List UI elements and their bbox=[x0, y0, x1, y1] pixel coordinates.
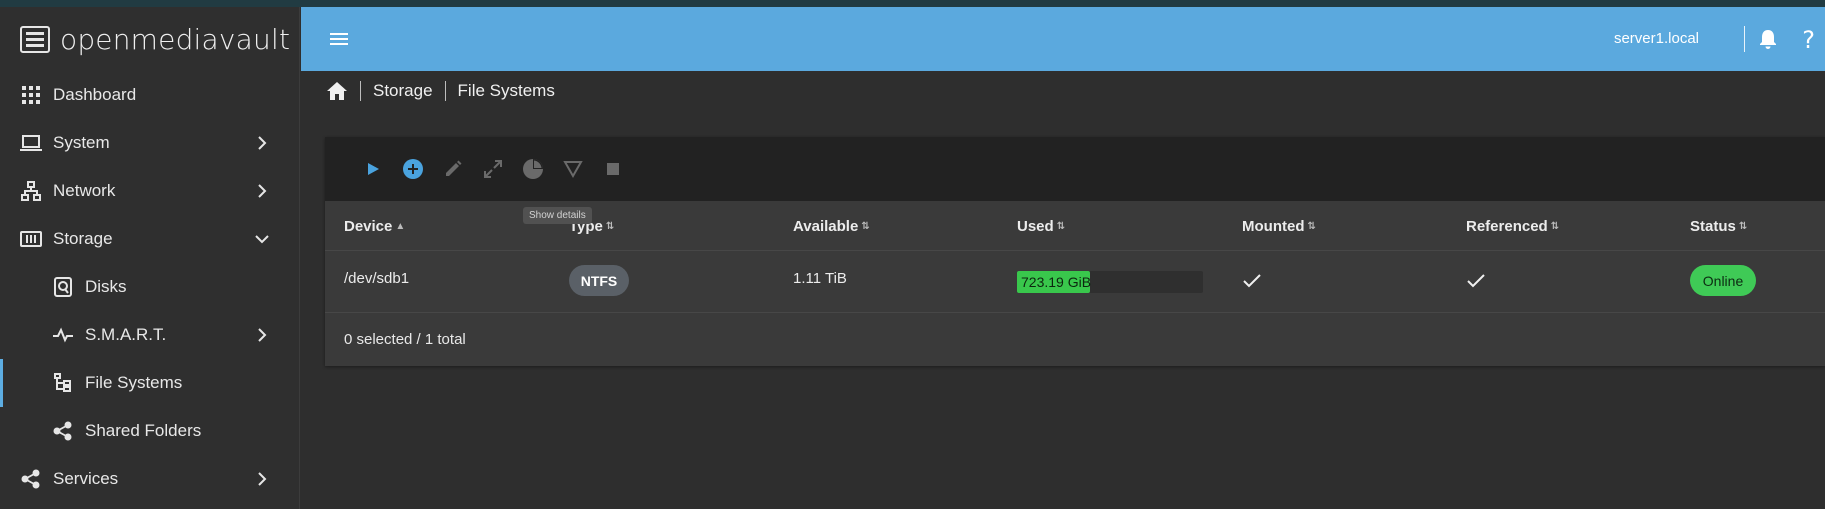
show-details-button[interactable] bbox=[553, 149, 593, 189]
breadcrumb-item-file-systems: File Systems bbox=[457, 81, 555, 100]
network-icon bbox=[20, 180, 42, 202]
share-icon bbox=[52, 420, 74, 442]
toolbar bbox=[325, 137, 1825, 201]
usage-bar: 723.19 GiB bbox=[1017, 271, 1203, 293]
unmount-button[interactable] bbox=[593, 149, 633, 189]
help-icon[interactable]: ? bbox=[1802, 26, 1815, 54]
chevron-right-icon bbox=[258, 472, 267, 486]
selection-summary: 0 selected / 1 total bbox=[344, 330, 466, 348]
file-tree-icon bbox=[52, 372, 74, 394]
brand-name: openmediavault bbox=[60, 22, 291, 56]
chevron-right-icon bbox=[258, 184, 267, 198]
sidebar-item-storage[interactable]: Storage bbox=[0, 215, 299, 263]
sort-icon: ⇅ bbox=[1307, 220, 1316, 232]
hostname: server1.local bbox=[1613, 30, 1699, 47]
mounted-check-icon bbox=[1243, 274, 1261, 288]
breadcrumb-item-storage[interactable]: Storage bbox=[373, 81, 433, 101]
disk-icon bbox=[52, 276, 74, 298]
file-systems-card: Device ▲ Type ⇅ Available ⇅ Used ⇅ Mounted ⇅ … bbox=[325, 137, 1825, 366]
table-row[interactable]: /dev/sdb1 NTFS 1.11 TiB 723.19 GiB Onlin… bbox=[325, 251, 1825, 313]
sidebar-item-label: System bbox=[53, 133, 110, 152]
usage-bar-label: 723.19 GiB bbox=[1021, 274, 1092, 290]
sidebar-item-file-systems[interactable]: File Systems bbox=[0, 359, 299, 407]
referenced-check-icon bbox=[1467, 274, 1485, 288]
play-icon bbox=[368, 163, 379, 175]
create-button[interactable] bbox=[393, 149, 433, 189]
available-cell: 1.11 TiB bbox=[793, 270, 847, 287]
bell-icon[interactable] bbox=[1757, 28, 1779, 50]
sidebar-item-smart[interactable]: S.M.A.R.T. bbox=[0, 311, 299, 359]
chevron-right-icon bbox=[258, 328, 267, 342]
status-badge: Online bbox=[1690, 265, 1756, 296]
sidebar-item-label: Storage bbox=[53, 229, 113, 248]
brand[interactable]: openmediavault bbox=[0, 7, 299, 71]
sidebar-item-network[interactable]: Network bbox=[0, 167, 299, 215]
sort-icon: ⇅ bbox=[1550, 220, 1560, 232]
column-used[interactable]: Used ⇅ bbox=[1017, 218, 1065, 235]
add-circle-icon bbox=[403, 159, 423, 179]
breadcrumb: Storage File Systems bbox=[326, 80, 555, 102]
sidebar-item-label: Services bbox=[53, 469, 119, 488]
device-cell: /dev/sdb1 bbox=[344, 270, 410, 287]
sidebar-item-disks[interactable]: Disks bbox=[0, 263, 299, 311]
sidebar-item-label: File Systems bbox=[85, 373, 183, 392]
sidebar-item-label: Dashboard bbox=[53, 85, 137, 104]
sort-ascending-icon: ▲ bbox=[395, 220, 406, 232]
sidebar-item-label: S.M.A.R.T. bbox=[85, 325, 167, 344]
sidebar-item-system[interactable]: System bbox=[0, 119, 299, 167]
column-mounted[interactable]: Mounted ⇅ bbox=[1242, 218, 1316, 235]
chevron-down-icon bbox=[255, 235, 269, 244]
resize-button[interactable] bbox=[473, 149, 513, 189]
sort-icon: ⇅ bbox=[605, 220, 615, 232]
edit-button[interactable] bbox=[433, 149, 473, 189]
sidebar-item-dashboard[interactable]: Dashboard bbox=[0, 71, 299, 119]
filesystem-type-badge: NTFS bbox=[569, 265, 629, 296]
pulse-icon bbox=[52, 324, 74, 346]
sidebar-item-shared-folders[interactable]: Shared Folders bbox=[0, 407, 299, 455]
column-device[interactable]: Device ▲ bbox=[344, 218, 405, 235]
sidebar-item-label: Shared Folders bbox=[85, 421, 202, 440]
mount-button[interactable] bbox=[353, 149, 393, 189]
home-icon[interactable] bbox=[326, 80, 348, 102]
dashboard-grid-icon bbox=[20, 84, 42, 106]
sort-icon: ⇅ bbox=[861, 220, 870, 232]
stop-icon bbox=[607, 163, 619, 175]
tooltip-show-details: Show details bbox=[523, 207, 592, 224]
quota-button[interactable] bbox=[513, 149, 553, 189]
expand-icon bbox=[484, 160, 502, 178]
chevron-right-icon bbox=[258, 136, 267, 150]
sidebar-item-services[interactable]: Services bbox=[0, 455, 299, 503]
window-top-strip bbox=[0, 0, 1825, 7]
column-referenced[interactable]: Referenced ⇅ bbox=[1466, 218, 1559, 235]
sort-icon: ⇅ bbox=[1056, 220, 1066, 232]
server-logo-icon bbox=[20, 25, 50, 53]
storage-icon bbox=[20, 228, 42, 250]
pie-chart-icon bbox=[523, 159, 543, 179]
breadcrumb-separator bbox=[444, 81, 446, 101]
sidebar: openmediavault Dashboard System Network … bbox=[0, 7, 300, 509]
sort-icon: ⇅ bbox=[1738, 220, 1748, 232]
header-divider bbox=[1744, 26, 1745, 52]
edit-icon bbox=[446, 160, 462, 176]
breadcrumb-separator bbox=[360, 81, 361, 101]
laptop-icon bbox=[20, 132, 42, 154]
table-footer: 0 selected / 1 total bbox=[325, 313, 1825, 365]
filter-icon bbox=[563, 161, 583, 179]
menu-icon[interactable] bbox=[329, 29, 349, 49]
top-header: server1.local ? bbox=[301, 7, 1825, 71]
sidebar-item-label: Network bbox=[53, 181, 116, 200]
share-icon bbox=[20, 468, 42, 490]
column-status[interactable]: Status ⇅ bbox=[1690, 218, 1747, 235]
column-available[interactable]: Available ⇅ bbox=[793, 218, 870, 235]
sidebar-item-label: Disks bbox=[85, 277, 127, 296]
